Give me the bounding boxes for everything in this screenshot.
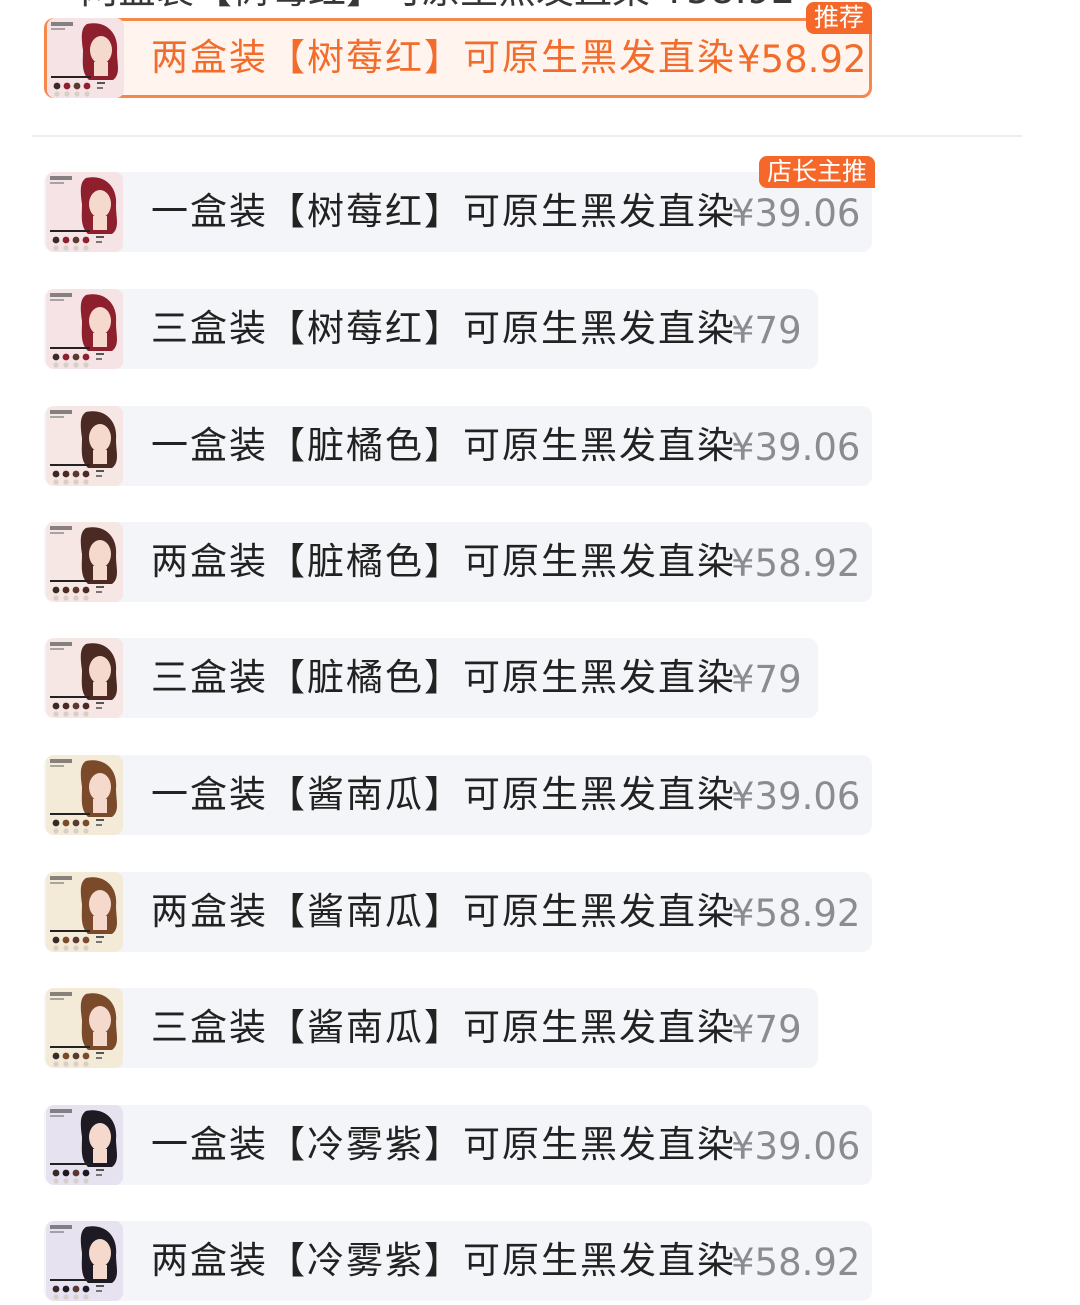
sku-option[interactable]: 两盒装【酱南瓜】可原生黑发直染 ¥58.92 xyxy=(44,872,872,952)
sku-thumbnail xyxy=(46,1105,123,1185)
sku-label: 一盒装【树莓红】可原生黑发直染 xyxy=(151,190,736,233)
sku-label: 两盒装【冷雾紫】可原生黑发直染 xyxy=(151,1239,736,1282)
sku-thumbnail xyxy=(46,755,123,835)
divider xyxy=(32,135,1022,137)
sku-thumbnail xyxy=(46,289,123,369)
sku-thumbnail xyxy=(46,406,123,486)
sku-label: 三盒装【脏橘色】可原生黑发直染 xyxy=(151,656,736,699)
sku-thumbnail xyxy=(47,18,124,98)
sku-price: ¥58.92 xyxy=(731,1241,861,1284)
partial-sku-top: 两盒装【树莓红】可原生黑发直染 ¥58.92 xyxy=(80,0,800,10)
sku-price: ¥58.92 xyxy=(731,542,861,585)
sku-label: 三盒装【树莓红】可原生黑发直染 xyxy=(151,307,736,350)
sku-label: 一盒装【脏橘色】可原生黑发直染 xyxy=(151,424,736,467)
sku-option[interactable]: 两盒装【脏橘色】可原生黑发直染 ¥58.92 xyxy=(44,522,872,602)
sku-option[interactable]: 三盒装【脏橘色】可原生黑发直染 ¥79 xyxy=(44,638,818,718)
sku-label: 两盒装【脏橘色】可原生黑发直染 xyxy=(151,540,736,583)
sku-label: 一盒装【冷雾紫】可原生黑发直染 xyxy=(151,1123,736,1166)
sku-thumbnail xyxy=(46,1221,123,1301)
sku-label: 两盒装【树莓红】可原生黑发直染 xyxy=(151,36,736,79)
sku-option-selected[interactable]: 两盒装【树莓红】可原生黑发直染 ¥58.92 推荐 xyxy=(44,2,872,98)
sku-option[interactable]: 两盒装【冷雾紫】可原生黑发直染 ¥58.92 xyxy=(44,1221,872,1301)
sku-thumbnail xyxy=(46,988,123,1068)
sku-label: 一盒装【酱南瓜】可原生黑发直染 xyxy=(151,773,736,816)
sku-option[interactable]: 一盒装【脏橘色】可原生黑发直染 ¥39.06 xyxy=(44,406,872,486)
sku-price: ¥39.06 xyxy=(731,1125,861,1168)
sku-thumbnail xyxy=(46,872,123,952)
sku-price: ¥79 xyxy=(731,658,802,701)
sku-label: 两盒装【酱南瓜】可原生黑发直染 xyxy=(151,890,736,933)
sku-option[interactable]: 一盒装【冷雾紫】可原生黑发直染 ¥39.06 xyxy=(44,1105,872,1185)
sku-option[interactable]: 一盒装【树莓红】可原生黑发直染 ¥39.06 店长主推 xyxy=(44,156,875,252)
sku-price: ¥79 xyxy=(731,309,802,352)
sku-thumbnail xyxy=(46,522,123,602)
sku-option[interactable]: 三盒装【树莓红】可原生黑发直染 ¥79 xyxy=(44,289,818,369)
sku-thumbnail xyxy=(46,172,123,252)
sku-option[interactable]: 一盒装【酱南瓜】可原生黑发直染 ¥39.06 xyxy=(44,755,872,835)
sku-price: ¥39.06 xyxy=(731,775,861,818)
sku-option[interactable]: 三盒装【酱南瓜】可原生黑发直染 ¥79 xyxy=(44,988,818,1068)
shop-recommend-badge: 店长主推 xyxy=(758,156,875,188)
sku-price: ¥79 xyxy=(731,1008,802,1051)
sku-price: ¥39.06 xyxy=(731,426,861,469)
recommend-badge: 推荐 xyxy=(805,2,872,34)
sku-thumbnail xyxy=(46,638,123,718)
sku-label: 三盒装【酱南瓜】可原生黑发直染 xyxy=(151,1006,736,1049)
sku-price: ¥58.92 xyxy=(731,892,861,935)
